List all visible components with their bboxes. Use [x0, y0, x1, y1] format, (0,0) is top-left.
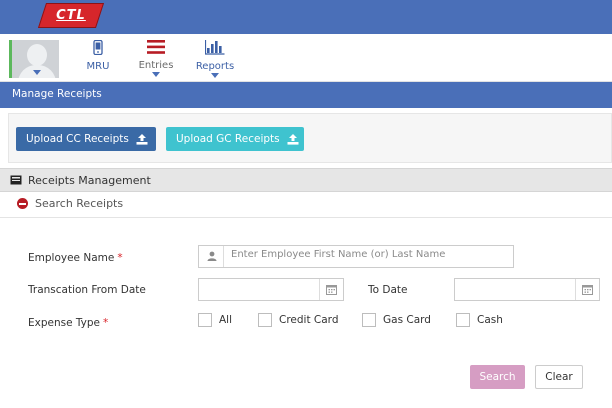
required-mark: * — [117, 252, 123, 264]
checkbox-label: All — [219, 314, 233, 326]
upload-icon — [287, 133, 299, 145]
section-title: Receipts Management — [28, 174, 151, 187]
checkbox[interactable] — [362, 313, 376, 327]
search-receipts-panel-header[interactable]: Search Receipts — [0, 192, 612, 218]
checkbox-label: Credit Card — [279, 314, 339, 326]
company-logo[interactable]: CTL — [37, 3, 105, 28]
upload-cc-receipts-button[interactable]: Upload CC Receipts — [16, 127, 156, 151]
page-title: Manage Receipts — [12, 88, 102, 100]
calendar-icon — [582, 285, 593, 295]
upload-gc-label: Upload GC Receipts — [176, 133, 280, 145]
nav-item-entries[interactable]: Entries — [133, 40, 179, 77]
breadcrumb: Manage Receipts — [0, 82, 612, 108]
to-date-field[interactable] — [454, 278, 600, 301]
user-avatar[interactable] — [9, 40, 59, 78]
top-bar: CTL — [0, 0, 612, 34]
expense-type-label-text: Expense Type — [28, 317, 101, 329]
expense-checkbox-gas-card[interactable]: Gas Card — [362, 313, 431, 327]
calendar-icon — [326, 285, 337, 295]
keyboard-icon — [10, 175, 22, 185]
search-button[interactable]: Search — [470, 365, 525, 389]
employee-name-field[interactable] — [198, 245, 514, 268]
to-date-label: To Date — [368, 284, 408, 296]
from-date-label: Transcation From Date — [28, 284, 146, 296]
clear-button[interactable]: Clear — [535, 365, 583, 389]
chevron-down-icon — [152, 72, 160, 77]
required-mark: * — [103, 317, 109, 329]
calendar-button[interactable] — [575, 279, 599, 300]
nav-item-reports[interactable]: Reports — [192, 40, 238, 78]
from-date-field[interactable] — [198, 278, 344, 301]
avatar-head — [27, 44, 47, 66]
expense-checkbox-cash[interactable]: Cash — [456, 313, 503, 327]
panel-title: Search Receipts — [35, 197, 124, 210]
checkbox[interactable] — [198, 313, 212, 327]
logo-text: CTL — [56, 8, 86, 23]
collapse-icon[interactable] — [17, 198, 28, 209]
upload-icon — [136, 133, 148, 145]
bar-chart-icon — [204, 40, 225, 55]
nav-item-label: Entries — [138, 60, 174, 71]
calendar-button[interactable] — [319, 279, 343, 300]
upload-gc-receipts-button[interactable]: Upload GC Receipts — [166, 127, 304, 151]
nav-item-mru[interactable]: MRU — [83, 39, 113, 72]
avatar-caret-icon — [33, 70, 41, 75]
checkbox[interactable] — [258, 313, 272, 327]
user-addon — [199, 246, 224, 267]
checkbox-label: Cash — [477, 314, 503, 326]
expense-checkbox-all[interactable]: All — [198, 313, 232, 327]
receipts-management-header: Receipts Management — [0, 168, 612, 192]
checkbox-label: Gas Card — [383, 314, 431, 326]
nav-item-label: Reports — [195, 61, 235, 72]
nav-item-label: MRU — [86, 61, 110, 72]
employee-name-label-text: Employee Name — [28, 252, 115, 264]
chevron-down-icon — [211, 73, 219, 78]
menu-bars-icon — [147, 40, 165, 54]
checkbox[interactable] — [456, 313, 470, 327]
employee-name-label: Employee Name * — [28, 252, 123, 264]
mobile-icon — [93, 39, 103, 56]
user-icon — [207, 251, 217, 261]
upload-cc-label: Upload CC Receipts — [26, 133, 129, 145]
expense-type-label: Expense Type * — [28, 317, 108, 329]
employee-name-input[interactable] — [231, 249, 506, 260]
expense-checkbox-credit-card[interactable]: Credit Card — [258, 313, 338, 327]
